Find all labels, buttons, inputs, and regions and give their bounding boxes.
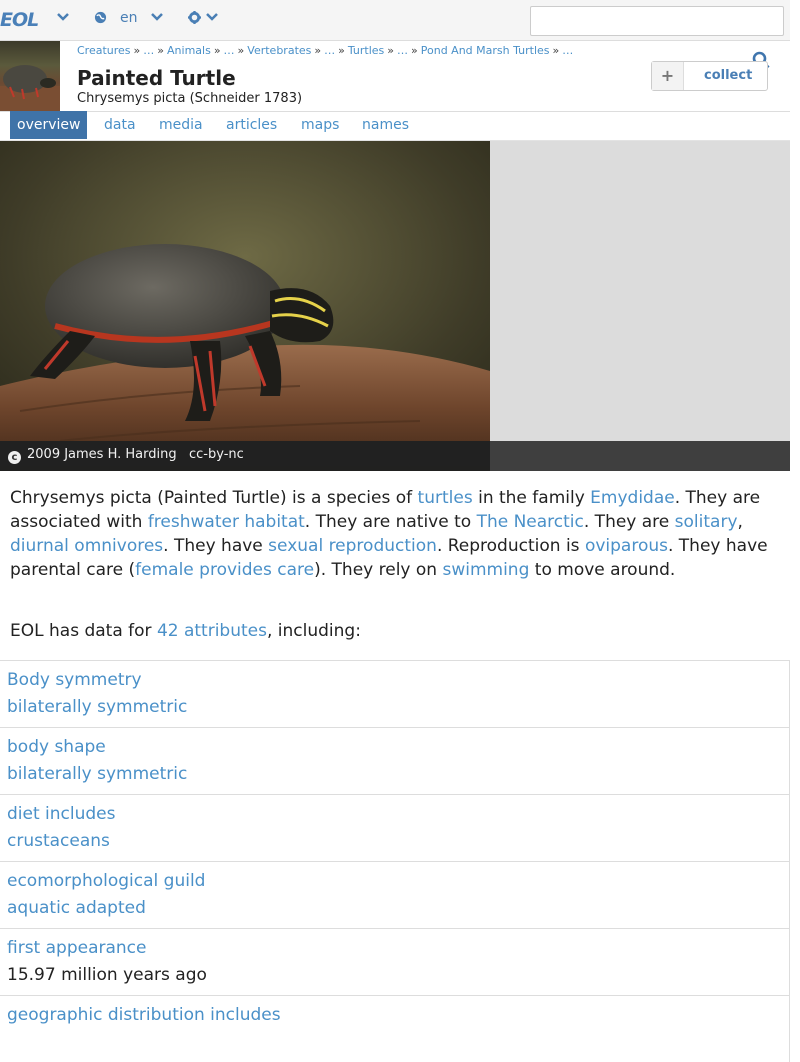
breadcrumb-pond-and-marsh-turtles[interactable]: Pond And Marsh Turtles <box>421 44 550 57</box>
summary-text: . They are native to <box>304 512 477 532</box>
image-attribution: c 2009 James H. Harding cc-by-nc <box>8 447 244 464</box>
summary-text: Chrysemys picta (Painted Turtle) is a sp… <box>10 488 418 508</box>
breadcrumb-vertebrates[interactable]: Vertebrates <box>247 44 311 57</box>
summary-text: in the family <box>472 488 591 508</box>
link-diurnal-omnivores[interactable]: diurnal omnivores <box>10 536 163 556</box>
data-row-key[interactable]: body shape <box>7 737 106 757</box>
link-emydidae[interactable]: Emydidae <box>590 488 675 508</box>
data-row-key[interactable]: diet includes <box>7 804 116 824</box>
summary-text: . They have <box>163 536 269 556</box>
data-row-value: 15.97 million years ago <box>7 965 207 985</box>
link-oviparous[interactable]: oviparous <box>585 536 668 556</box>
link-42-attributes[interactable]: 42 attributes <box>157 621 267 641</box>
breadcrumb-ellipsis[interactable]: … <box>397 44 408 57</box>
tab-data[interactable]: data <box>97 111 143 139</box>
summary-text: , <box>737 512 743 532</box>
link-sexual-reproduction[interactable]: sexual reproduction <box>268 536 437 556</box>
summary-text: to move around. <box>529 560 676 580</box>
tab-media[interactable]: media <box>152 111 210 139</box>
data-row: first appearance 15.97 million years ago <box>0 928 790 995</box>
link-female-provides-care[interactable]: female provides care <box>135 560 314 580</box>
chevron-down-icon[interactable] <box>206 10 218 26</box>
data-row-key[interactable]: geographic distribution includes <box>7 1005 281 1025</box>
data-row: geographic distribution includes <box>0 995 790 1062</box>
plus-icon: + <box>652 62 684 90</box>
data-row-value[interactable]: bilaterally symmetric <box>7 697 187 717</box>
breadcrumb-creatures[interactable]: Creatures <box>77 44 131 57</box>
data-row-value[interactable]: crustaceans <box>7 831 110 851</box>
data-attributes-list: Body symmetry bilaterally symmetric body… <box>0 660 790 1062</box>
attributes-suffix: , including: <box>266 621 361 641</box>
tab-overview[interactable]: overview <box>10 111 88 139</box>
attribution-author: 2009 James H. Harding <box>27 447 177 462</box>
image-placeholder-panel <box>490 141 790 441</box>
search-input[interactable] <box>530 6 784 36</box>
breadcrumb: Creatures»…» Animals»…» Vertebrates»…» Turt… <box>77 44 574 57</box>
breadcrumb-turtles[interactable]: Turtles <box>348 44 384 57</box>
hero-image-painted-turtle[interactable] <box>0 141 490 471</box>
link-freshwater-habitat[interactable]: freshwater habitat <box>148 512 305 532</box>
data-row-key[interactable]: ecomorphological guild <box>7 871 205 891</box>
breadcrumb-animals[interactable]: Animals <box>167 44 211 57</box>
top-navigation-bar: EOL en <box>0 0 790 41</box>
data-row-value[interactable]: aquatic adapted <box>7 898 146 918</box>
breadcrumb-ellipsis[interactable]: … <box>562 44 573 57</box>
chevron-down-icon[interactable] <box>57 10 69 26</box>
eol-logo[interactable]: EOL <box>0 9 39 31</box>
link-turtles[interactable]: turtles <box>418 488 473 508</box>
data-row: body shape bilaterally symmetric <box>0 727 790 794</box>
tab-bar: overview data media articles maps names <box>0 111 790 141</box>
breadcrumb-ellipsis[interactable]: … <box>324 44 335 57</box>
link-swimming[interactable]: swimming <box>442 560 529 580</box>
data-row: diet includes crustaceans <box>0 794 790 861</box>
tab-maps[interactable]: maps <box>294 111 346 139</box>
gear-icon[interactable] <box>188 11 201 28</box>
collect-label: collect <box>704 68 753 83</box>
scientific-name: Chrysemys picta (Schneider 1783) <box>77 91 303 106</box>
link-the-nearctic[interactable]: The Nearctic <box>477 512 584 532</box>
attributes-intro: EOL has data for 42 attributes, includin… <box>10 621 361 641</box>
summary-text: ). They rely on <box>314 560 443 580</box>
data-row-key[interactable]: first appearance <box>7 938 147 958</box>
link-solitary[interactable]: solitary <box>675 512 738 532</box>
tab-names[interactable]: names <box>355 111 416 139</box>
attributes-prefix: EOL has data for <box>10 621 157 641</box>
globe-icon[interactable] <box>94 11 107 28</box>
data-row-value[interactable]: bilaterally symmetric <box>7 764 187 784</box>
copyright-icon: c <box>8 451 21 464</box>
data-row: ecomorphological guild aquatic adapted <box>0 861 790 928</box>
collect-button[interactable]: + collect <box>651 61 768 91</box>
page-header: Creatures»…» Animals»…» Vertebrates»…» Turt… <box>0 41 790 112</box>
summary-text: . Reproduction is <box>436 536 585 556</box>
breadcrumb-ellipsis[interactable]: … <box>224 44 235 57</box>
chevron-down-icon[interactable] <box>151 10 163 26</box>
tab-articles[interactable]: articles <box>219 111 284 139</box>
breadcrumb-ellipsis[interactable]: … <box>143 44 154 57</box>
data-row: Body symmetry bilaterally symmetric <box>0 660 790 727</box>
data-row-key[interactable]: Body symmetry <box>7 670 142 690</box>
language-selector[interactable]: en <box>120 10 138 26</box>
page-title: Painted Turtle <box>77 66 236 90</box>
attribution-license[interactable]: cc-by-nc <box>189 447 244 462</box>
taxon-thumbnail[interactable] <box>0 41 60 111</box>
summary-text: . They are <box>583 512 675 532</box>
species-summary: Chrysemys picta (Painted Turtle) is a sp… <box>10 486 782 582</box>
